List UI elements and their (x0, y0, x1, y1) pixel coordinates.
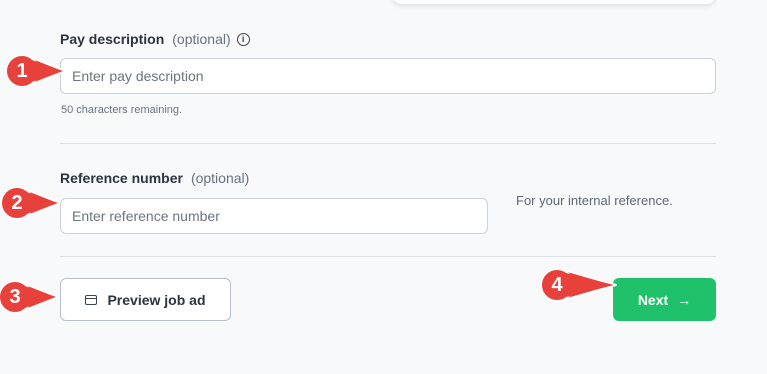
annotation-marker-3: 3 (0, 278, 58, 316)
marker-number: 3 (9, 285, 21, 308)
divider (60, 143, 716, 144)
pay-description-label: Pay description (60, 31, 165, 47)
next-button[interactable]: Next → (613, 278, 716, 321)
top-card-edge (392, 0, 716, 4)
divider (60, 256, 716, 257)
preview-job-ad-label: Preview job ad (107, 291, 206, 308)
pay-description-input[interactable] (60, 58, 716, 94)
marker-number: 2 (11, 191, 23, 214)
preview-job-ad-button[interactable]: Preview job ad (60, 278, 231, 321)
marker-number: 4 (551, 273, 563, 296)
annotation-marker-2: 2 (0, 184, 60, 222)
pay-description-label-row: Pay description (optional) i (60, 31, 250, 47)
annotation-marker-4: 4 (540, 266, 617, 304)
info-icon[interactable]: i (236, 32, 250, 46)
reference-number-optional: (optional) (190, 170, 250, 186)
reference-number-input[interactable] (60, 198, 488, 234)
marker-number: 1 (16, 59, 28, 82)
next-label: Next (637, 291, 669, 308)
arrow-right-icon: → (677, 291, 692, 308)
annotation-marker-1: 1 (5, 52, 65, 90)
pay-description-helper: 50 characters remaining. (61, 104, 183, 116)
job-ad-form-page: Pay description (optional) i 50 characte… (0, 0, 767, 374)
reference-number-label-row: Reference number (optional) (60, 170, 249, 186)
reference-number-note: For your internal reference. (516, 193, 673, 208)
reference-number-label: Reference number (60, 170, 183, 186)
pay-description-optional: (optional) (172, 31, 231, 47)
window-icon (85, 294, 98, 305)
